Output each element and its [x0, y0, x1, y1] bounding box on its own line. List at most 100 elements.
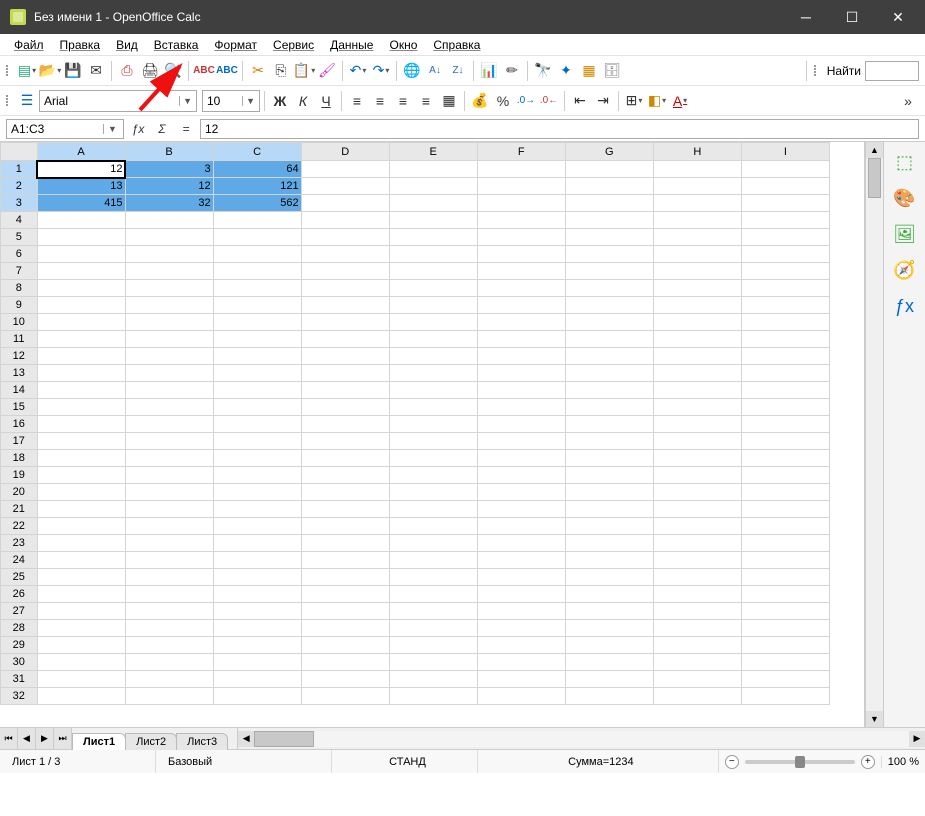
cell-F28[interactable]	[477, 620, 565, 637]
cell-G2[interactable]	[565, 178, 653, 195]
select-all-corner[interactable]	[1, 143, 38, 161]
chart-button[interactable]: 📊	[478, 60, 500, 82]
cell-F25[interactable]	[477, 569, 565, 586]
cell-A21[interactable]	[37, 501, 125, 518]
cell-C17[interactable]	[213, 433, 301, 450]
cell-I31[interactable]	[741, 671, 829, 688]
cell-E16[interactable]	[389, 416, 477, 433]
cell-D20[interactable]	[301, 484, 389, 501]
cell-G26[interactable]	[565, 586, 653, 603]
formula-input[interactable]	[200, 119, 919, 139]
cell-G15[interactable]	[565, 399, 653, 416]
cell-I2[interactable]	[741, 178, 829, 195]
cell-H2[interactable]	[653, 178, 741, 195]
cell-G28[interactable]	[565, 620, 653, 637]
cell-C13[interactable]	[213, 365, 301, 382]
cell-C14[interactable]	[213, 382, 301, 399]
cell-D30[interactable]	[301, 654, 389, 671]
remove-decimal-button[interactable]: .0←	[538, 90, 560, 112]
row-header-15[interactable]: 15	[1, 399, 38, 416]
name-box[interactable]: ▼	[6, 119, 124, 139]
open-button[interactable]: 📂▾	[39, 60, 61, 82]
status-sum[interactable]: Сумма=1234	[484, 750, 719, 773]
cell-D17[interactable]	[301, 433, 389, 450]
cell-D32[interactable]	[301, 688, 389, 705]
cell-D7[interactable]	[301, 263, 389, 280]
cell-B32[interactable]	[125, 688, 213, 705]
cell-G10[interactable]	[565, 314, 653, 331]
toolbar-overflow-button[interactable]: »	[897, 90, 919, 112]
cell-H8[interactable]	[653, 280, 741, 297]
column-header-D[interactable]: D	[301, 143, 389, 161]
cell-I4[interactable]	[741, 212, 829, 229]
cell-C22[interactable]	[213, 518, 301, 535]
cell-C26[interactable]	[213, 586, 301, 603]
cell-G13[interactable]	[565, 365, 653, 382]
cell-I3[interactable]	[741, 195, 829, 212]
row-header-19[interactable]: 19	[1, 467, 38, 484]
cell-I12[interactable]	[741, 348, 829, 365]
cell-G23[interactable]	[565, 535, 653, 552]
redo-button[interactable]: ↷▾	[370, 60, 392, 82]
equals-button[interactable]: =	[176, 119, 196, 139]
cell-G16[interactable]	[565, 416, 653, 433]
cell-A24[interactable]	[37, 552, 125, 569]
cell-C24[interactable]	[213, 552, 301, 569]
row-header-20[interactable]: 20	[1, 484, 38, 501]
cell-B24[interactable]	[125, 552, 213, 569]
cell-E1[interactable]	[389, 161, 477, 178]
row-header-25[interactable]: 25	[1, 569, 38, 586]
menu-edit[interactable]: Правка	[54, 36, 107, 54]
underline-button[interactable]: Ч	[315, 90, 337, 112]
export-pdf-button[interactable]: ⎙	[116, 60, 138, 82]
cell-F9[interactable]	[477, 297, 565, 314]
toolbar-handle[interactable]	[814, 65, 820, 76]
format-paint-button[interactable]: 🖌	[316, 60, 338, 82]
grid[interactable]: ABCDEFGHI1123642131212134153256245678910…	[0, 142, 865, 727]
row-header-30[interactable]: 30	[1, 654, 38, 671]
row-header-11[interactable]: 11	[1, 331, 38, 348]
row-header-21[interactable]: 21	[1, 501, 38, 518]
cell-F23[interactable]	[477, 535, 565, 552]
sheet-tab-3[interactable]: Лист3	[176, 733, 228, 750]
cell-B1[interactable]: 3	[125, 161, 213, 178]
column-header-H[interactable]: H	[653, 143, 741, 161]
cell-F18[interactable]	[477, 450, 565, 467]
cell-B12[interactable]	[125, 348, 213, 365]
cell-E27[interactable]	[389, 603, 477, 620]
status-mode[interactable]: СТАНД	[338, 750, 478, 773]
toolbar-handle[interactable]	[6, 95, 12, 106]
cell-C9[interactable]	[213, 297, 301, 314]
row-header-27[interactable]: 27	[1, 603, 38, 620]
maximize-button[interactable]: ☐	[829, 0, 875, 34]
cell-B17[interactable]	[125, 433, 213, 450]
cell-I14[interactable]	[741, 382, 829, 399]
cell-A18[interactable]	[37, 450, 125, 467]
cell-D1[interactable]	[301, 161, 389, 178]
find-replace-button[interactable]: 🔭	[532, 60, 554, 82]
cell-I22[interactable]	[741, 518, 829, 535]
cell-C18[interactable]	[213, 450, 301, 467]
borders-button[interactable]: ⊞▾	[623, 90, 645, 112]
close-button[interactable]: ✕	[875, 0, 921, 34]
cell-G29[interactable]	[565, 637, 653, 654]
copy-button[interactable]: ⎘	[270, 60, 292, 82]
cell-F6[interactable]	[477, 246, 565, 263]
cell-H9[interactable]	[653, 297, 741, 314]
cell-H13[interactable]	[653, 365, 741, 382]
menu-insert[interactable]: Вставка	[148, 36, 205, 54]
cell-E32[interactable]	[389, 688, 477, 705]
cell-A12[interactable]	[37, 348, 125, 365]
cell-B5[interactable]	[125, 229, 213, 246]
cell-E25[interactable]	[389, 569, 477, 586]
cell-F29[interactable]	[477, 637, 565, 654]
cell-G3[interactable]	[565, 195, 653, 212]
cell-E3[interactable]	[389, 195, 477, 212]
cell-G17[interactable]	[565, 433, 653, 450]
cell-E11[interactable]	[389, 331, 477, 348]
sidebar-gallery-button[interactable]: 🖼	[891, 220, 919, 248]
cell-A1[interactable]: 12	[37, 161, 125, 178]
cell-I25[interactable]	[741, 569, 829, 586]
cell-F5[interactable]	[477, 229, 565, 246]
row-header-24[interactable]: 24	[1, 552, 38, 569]
